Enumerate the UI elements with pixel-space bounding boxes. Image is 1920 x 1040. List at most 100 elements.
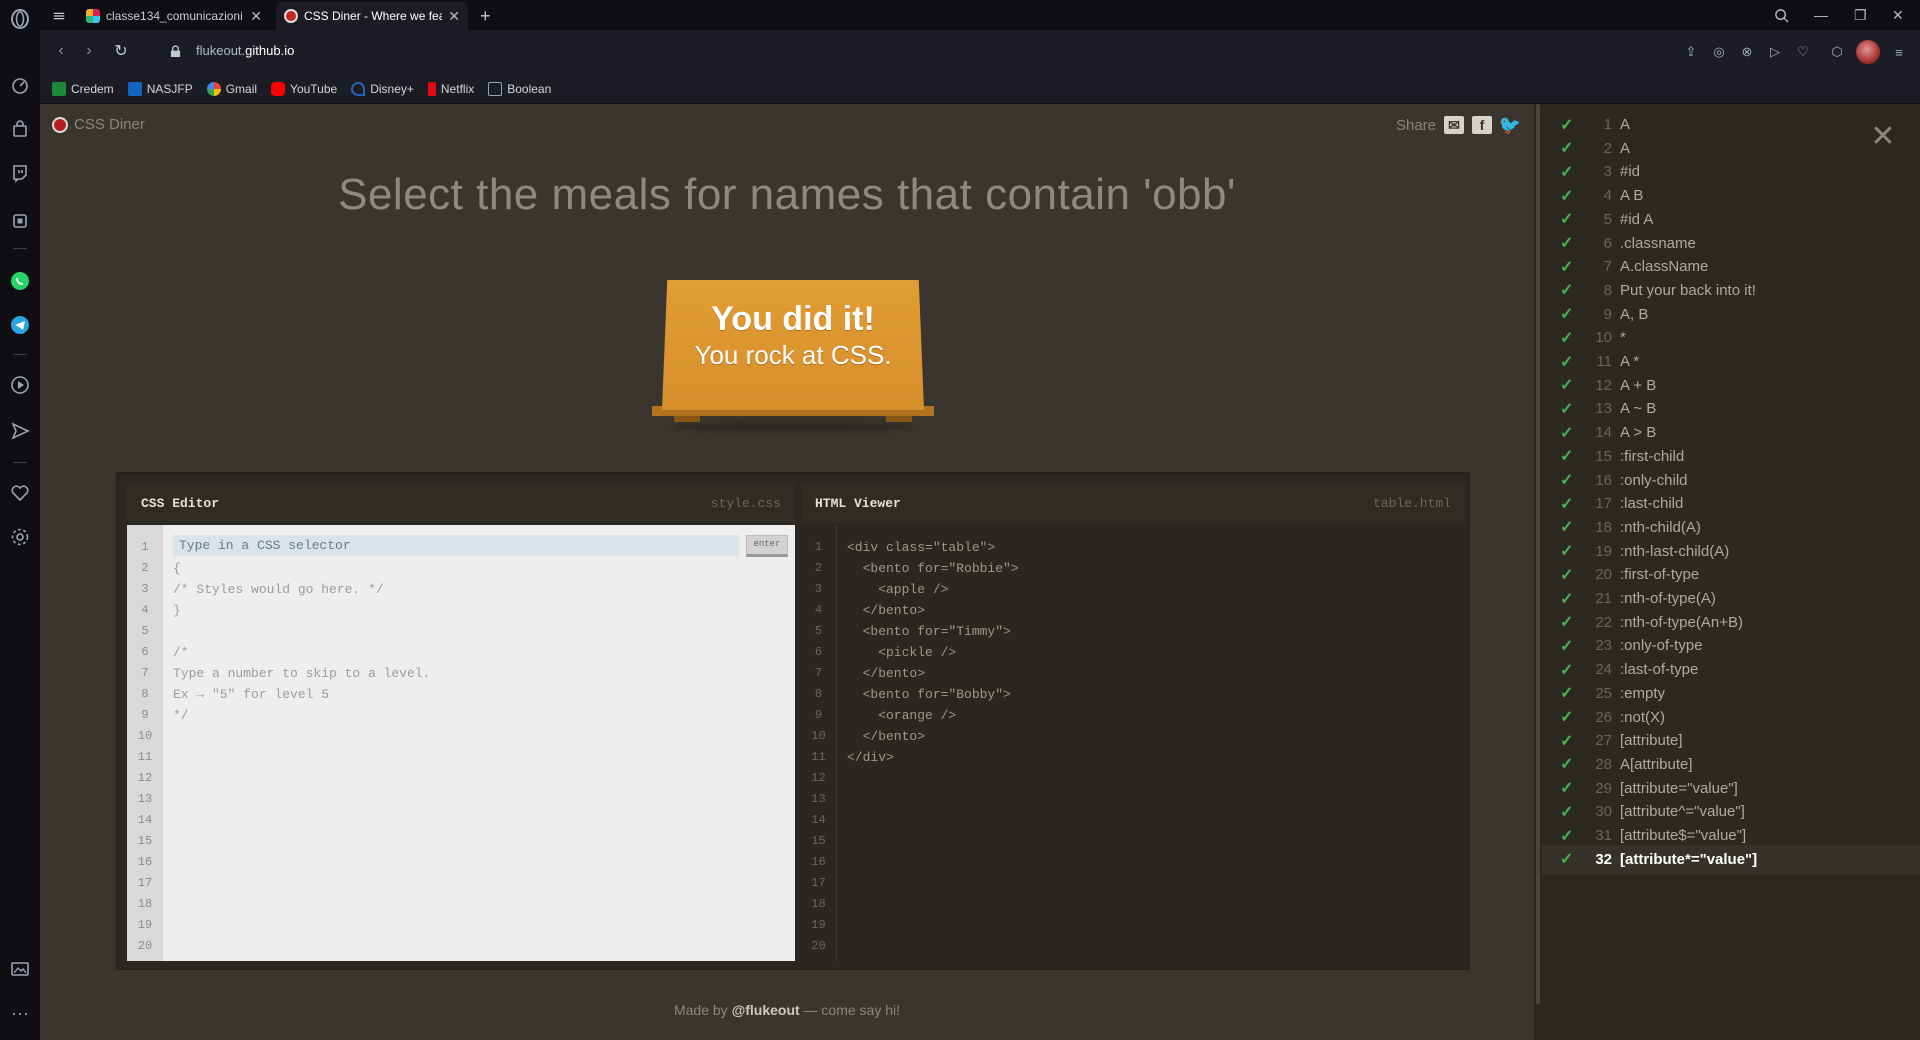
address-bar-actions: ⇪ ◎ ⊗ ▷ ♡ ⬡ ≡ [1682, 40, 1908, 64]
checkmark-icon: ✓ [1560, 282, 1574, 300]
html-code[interactable]: <div class="table"> <bento for="Robbie">… [847, 525, 1465, 961]
level-selector: [attribute="value"] [1620, 779, 1738, 797]
bookmark-credem[interactable]: Credem [52, 81, 114, 96]
checkmark-icon: ✓ [1560, 329, 1574, 347]
heart-icon[interactable] [9, 482, 31, 504]
checkmark-icon: ✓ [1560, 661, 1574, 679]
line-number: 19 [811, 918, 826, 932]
checkmark-icon: ✓ [1560, 400, 1574, 418]
profile-avatar[interactable] [1856, 40, 1880, 64]
markup-line[interactable]: <bento for="Bobby"> [847, 684, 1465, 705]
url-text[interactable]: flukeout.github.io [196, 43, 294, 58]
page-scrollbar[interactable] [1534, 104, 1542, 1040]
level-selector: A.className [1620, 258, 1709, 276]
player-icon[interactable] [9, 374, 31, 396]
html-filename: table.html [1372, 495, 1451, 511]
enter-button[interactable]: enter [746, 535, 788, 557]
tab-label: CSS Diner - Where we feast [304, 9, 443, 23]
markup-line[interactable]: <pickle /> [847, 642, 1465, 663]
level-selector: :first-child [1620, 447, 1685, 465]
table-leg [674, 416, 700, 422]
code-line: Ex → "5" for level 5 [173, 687, 330, 702]
table-shadow [670, 422, 916, 432]
extensions-cube-icon[interactable]: ⬡ [1828, 43, 1846, 61]
flow-send-icon[interactable]: ▷ [1766, 43, 1784, 61]
facebook-icon[interactable]: f [1472, 116, 1492, 134]
twitter-icon[interactable]: 🐦 [1499, 115, 1521, 135]
markup-line[interactable]: <bento for="Robbie"> [847, 558, 1465, 579]
markup-line[interactable]: </bento> [847, 663, 1465, 684]
whatsapp-icon[interactable] [9, 270, 31, 292]
bookmark-disney[interactable]: Disney+ [351, 81, 414, 96]
markup-line[interactable]: <bento for="Timmy"> [847, 621, 1465, 642]
restore-icon[interactable]: ❐ [1854, 0, 1867, 30]
camera-icon[interactable]: ◎ [1710, 43, 1728, 61]
scrollbar-thumb[interactable] [1536, 104, 1540, 1004]
close-window-icon[interactable]: ✕ [1892, 0, 1904, 30]
level-number: 13 [1595, 400, 1612, 418]
search-tabs-icon[interactable] [1774, 0, 1789, 30]
level-item[interactable]: ✓ 32 [attribute*="value"] [1542, 844, 1920, 874]
markup-line[interactable]: <apple /> [847, 579, 1465, 600]
checkmark-icon: ✓ [1560, 211, 1574, 229]
close-tab-icon[interactable]: ✕ [250, 8, 262, 25]
css-selector-input[interactable] [173, 535, 739, 556]
new-tab-button[interactable]: + [472, 2, 498, 30]
bookmark-youtube[interactable]: YouTube [271, 81, 337, 96]
css-editor-header: CSS Editor style.css [127, 483, 795, 523]
easy-setup-menu-icon[interactable]: ≡ [1890, 43, 1908, 61]
level-selector: A ~ B [1620, 400, 1657, 418]
tab-menu-icon[interactable] [46, 2, 72, 30]
ai-chip-icon[interactable] [9, 210, 31, 232]
opera-logo-icon[interactable] [9, 8, 31, 30]
adblock-icon[interactable]: ⊗ [1738, 43, 1756, 61]
snapshot-share-icon[interactable]: ⇪ [1682, 43, 1700, 61]
email-icon[interactable]: ✉ [1444, 116, 1464, 134]
lock-icon[interactable] [164, 40, 186, 62]
telegram-icon[interactable] [9, 314, 31, 336]
flukeout-link[interactable]: @flukeout [732, 1002, 800, 1018]
bookmark-heart-icon[interactable]: ♡ [1794, 43, 1812, 61]
bookmarks-bar: Credem NASJFP Gmail YouTube Disney+ Netf… [40, 74, 1920, 104]
youtube-icon [271, 81, 286, 96]
back-icon[interactable]: ‹ [50, 40, 72, 62]
level-selector: A [1620, 139, 1631, 157]
gallery-icon[interactable] [9, 958, 31, 980]
bookmark-gmail[interactable]: Gmail [206, 81, 257, 96]
checkmark-icon: ✓ [1560, 614, 1574, 632]
bookmark-nasjfp[interactable]: NASJFP [127, 81, 193, 96]
markup-line[interactable]: <orange /> [847, 705, 1465, 726]
css-diner-logo[interactable]: CSS Diner [52, 116, 145, 133]
level-number: 29 [1595, 779, 1612, 797]
level-selector: [attribute^="value"] [1620, 803, 1745, 821]
bookmark-netflix[interactable]: Netflix [427, 81, 474, 96]
level-selector: A, B [1620, 305, 1649, 323]
twitch-icon[interactable] [9, 162, 31, 184]
markup-line[interactable]: </bento> [847, 726, 1465, 747]
code-line: /* [173, 645, 189, 660]
send-icon[interactable] [9, 420, 31, 442]
more-dots-icon[interactable]: ··· [9, 1004, 31, 1028]
settings-gear-icon[interactable] [9, 526, 31, 548]
shopping-icon[interactable] [9, 118, 31, 140]
tab-slack[interactable]: classe134_comunicazioni (C ✕ [78, 2, 270, 30]
close-tab-icon[interactable]: ✕ [448, 8, 460, 25]
minimize-icon[interactable]: — [1814, 0, 1828, 30]
markup-line[interactable]: </div> [847, 747, 1465, 768]
bookmark-boolean[interactable]: Boolean [488, 81, 551, 96]
markup-line[interactable]: <div class="table"> [847, 537, 1465, 558]
level-number: 22 [1595, 613, 1612, 631]
level-selector: #id [1620, 163, 1641, 181]
tab-css-diner[interactable]: CSS Diner - Where we feast ✕ [276, 2, 468, 30]
level-selector: A * [1620, 353, 1640, 370]
checkmark-icon: ✓ [1560, 566, 1574, 584]
level-number: 11 [1596, 353, 1612, 370]
level-selector: [attribute] [1620, 732, 1683, 750]
markup-line[interactable]: </bento> [847, 600, 1465, 621]
line-number: 13 [811, 792, 826, 806]
checkmark-icon: ✓ [1560, 187, 1574, 205]
forward-icon[interactable]: › [78, 40, 100, 62]
reload-icon[interactable]: ↻ [110, 40, 132, 62]
checkmark-icon: ✓ [1560, 685, 1574, 703]
speed-dial-icon[interactable] [9, 74, 31, 96]
